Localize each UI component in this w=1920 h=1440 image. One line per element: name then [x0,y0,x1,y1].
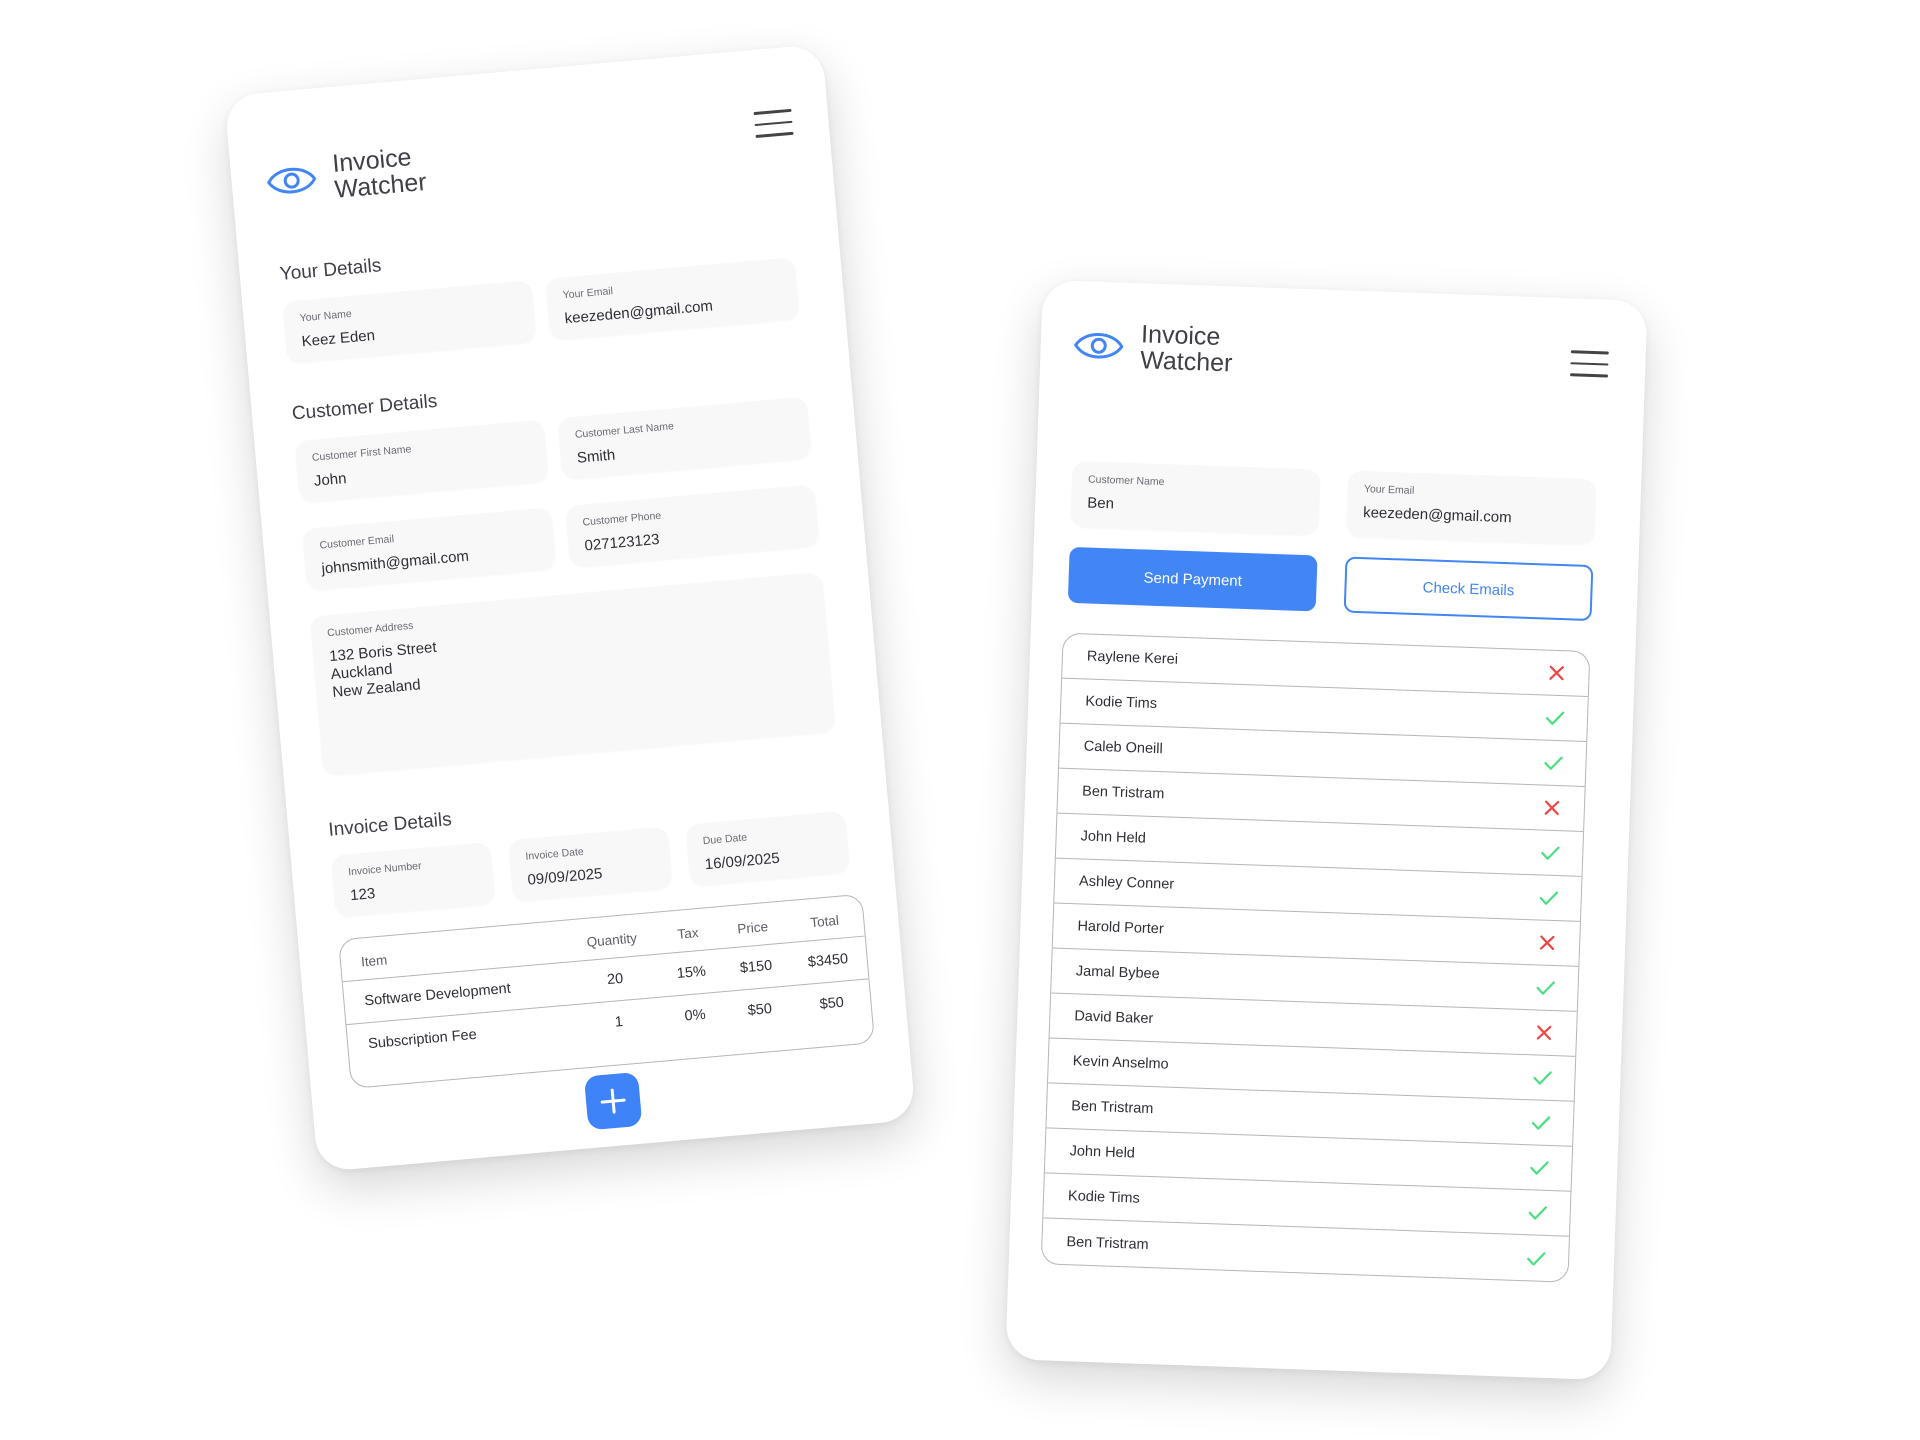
customer-address-field[interactable]: Customer Address 132 Boris Street Auckla… [309,571,836,777]
your-email-field[interactable]: Your Email keezeden@gmail.com [545,257,800,341]
customer-name: Ben Tristram [1070,1098,1154,1118]
customer-email-field[interactable]: Customer Email johnsmith@gmail.com [302,507,557,591]
your-name-field[interactable]: Your Name Keez Eden [282,280,537,364]
cross-icon [1542,798,1563,819]
check-icon [1545,708,1566,729]
customer-name: John Held [1080,828,1147,847]
table-cell: 15% [658,948,725,997]
customer-name: Ben Tristram [1081,783,1165,803]
app-logo: Invoice Watcher [1072,319,1234,378]
check-icon [1531,1112,1552,1133]
check-icon [1529,1157,1550,1178]
column-header: Tax [654,907,721,955]
payment-status-screen: Invoice Watcher Customer Name Ben Your E… [1005,279,1648,1381]
hamburger-menu-icon[interactable] [753,108,794,140]
field-label: Customer Name [1087,473,1165,489]
table-cell: $50 [819,994,845,1013]
customer-name: Caleb Oneill [1083,738,1163,758]
invoice-date-field[interactable]: Invoice Date 09/09/2025 [508,826,673,903]
field-label: Invoice Date [524,845,585,863]
check-icon [1526,1248,1547,1269]
customer-name: Kodie Tims [1067,1188,1141,1207]
field-value: 09/09/2025 [526,865,604,889]
check-icon [1532,1067,1553,1088]
add-item-button[interactable] [583,1071,643,1131]
cross-icon [1534,1022,1555,1043]
cross-icon [1537,932,1558,953]
app-name: Invoice Watcher [331,143,428,205]
customer-name: Jamal Bybee [1075,963,1160,983]
table-cell: 1 [614,1013,624,1031]
app-logo: Invoice Watcher [264,143,428,209]
check-icon [1527,1202,1548,1223]
table-cell: $50 [747,1000,773,1020]
customer-name: Ben Tristram [1066,1233,1149,1253]
table-cell: 0% [684,1006,707,1025]
cross-icon [1546,663,1567,684]
customer-status-list: Raylene Kerei Kodie Tims Caleb Oneill Ben T… [1040,632,1591,1283]
field-label: Due Date [702,831,748,848]
table-cell: $150 [720,942,792,992]
invoice-form-screen: Invoice Watcher Your Details Your Name K… [224,43,916,1173]
hamburger-menu-icon[interactable] [1570,350,1609,379]
your-details-title: Your Details [278,255,383,285]
customer-name: John Held [1069,1143,1136,1162]
field-label: Invoice Number [347,859,422,879]
your-email-field[interactable]: Your Email keezeden@gmail.com [1346,470,1597,546]
check-icon [1535,977,1556,998]
check-emails-button[interactable]: Check Emails [1343,556,1594,622]
invoice-details-title: Invoice Details [327,809,453,841]
customer-name: Kodie Tims [1085,693,1158,713]
customer-name: Ashley Conner [1078,873,1175,893]
invoice-number-field[interactable]: Invoice Number 123 [330,841,496,918]
eye-icon [267,168,317,194]
customer-name: Kevin Anselmo [1072,1053,1169,1073]
customer-last-name-field[interactable]: Customer Last Name Smith [557,396,812,481]
check-icon [1540,842,1561,863]
field-value: Ben [1086,494,1115,513]
field-value: keezeden@gmail.com [1362,504,1512,527]
app-name: Invoice Watcher [1139,320,1233,378]
invoice-items-table: Item Quantity Tax Price Total Software D… [338,893,876,1089]
field-value: 123 [349,885,376,905]
customer-details-title: Customer Details [291,390,439,425]
customer-name-field[interactable]: Customer Name Ben [1070,460,1321,536]
customer-phone-field[interactable]: Customer Phone 027123123 [565,484,820,568]
send-payment-button[interactable]: Send Payment [1067,546,1318,612]
column-header: Total [783,894,865,943]
customer-first-name-field[interactable]: Customer First Name John [294,419,549,504]
column-header: Price [717,901,788,949]
field-value: 16/09/2025 [704,849,781,874]
customer-name: Harold Porter [1077,918,1164,938]
customer-name: David Baker [1074,1008,1154,1028]
check-icon [1543,753,1564,774]
check-icon [1538,887,1559,908]
field-label: Your Email [1363,483,1415,497]
customer-name: Raylene Kerei [1086,648,1179,668]
table-cell: $3450 [787,936,869,986]
plus-icon [600,1088,626,1114]
due-date-field[interactable]: Due Date 16/09/2025 [685,810,851,887]
eye-icon [1074,333,1124,359]
